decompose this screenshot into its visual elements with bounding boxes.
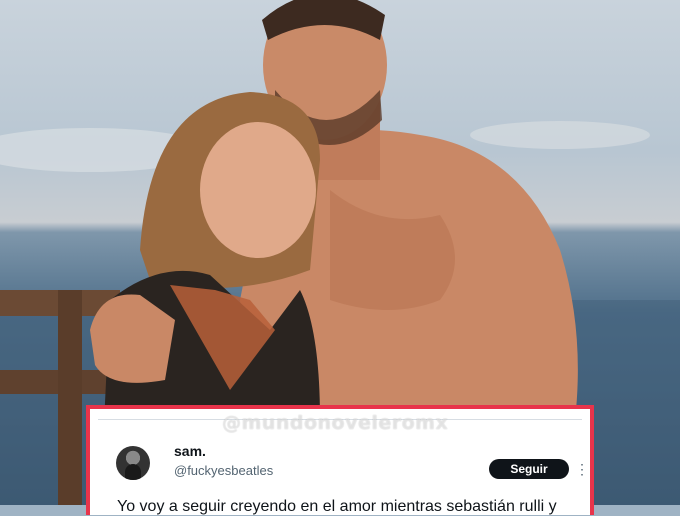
tweet-user-name[interactable]: sam.	[174, 443, 206, 459]
tweet-text: Yo voy a seguir creyendo en el amor mien…	[117, 498, 557, 515]
avatar[interactable]	[116, 446, 150, 480]
watermark-text: @mundonoveleromx	[222, 412, 449, 434]
follow-button[interactable]: Seguir	[489, 459, 569, 479]
tweet-user-handle[interactable]: @fuckyesbeatles	[174, 463, 273, 478]
more-options-icon[interactable]: ⋮	[575, 458, 589, 480]
